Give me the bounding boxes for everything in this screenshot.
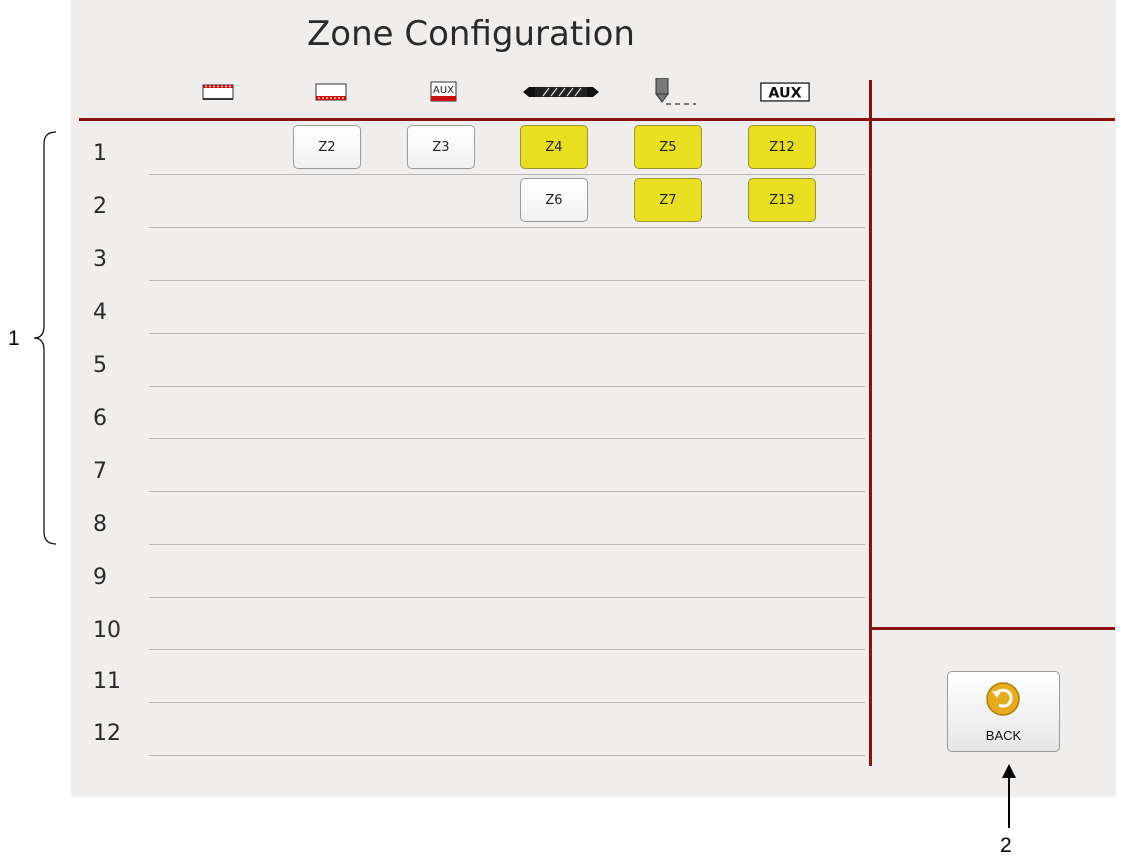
zone-button-z7[interactable]: Z7 [634,178,702,222]
row-separator [149,597,865,598]
aux-box-text: AUX [768,85,801,101]
nozzle-icon [648,78,698,105]
zone-button-z6[interactable]: Z6 [520,178,588,222]
row-number: 7 [93,459,107,484]
zone-button-z5[interactable]: Z5 [634,125,702,169]
aux-heater-icon: AUX [418,80,468,104]
row-separator [149,649,865,650]
row-number: 6 [93,406,107,431]
zone-button-z4[interactable]: Z4 [520,125,588,169]
row-separator [149,174,865,175]
row-separator [149,438,865,439]
row-separator [149,491,865,492]
row-number: 11 [93,669,121,694]
row-number: 4 [93,300,107,325]
row-separator [149,333,865,334]
zone-button-z12[interactable]: Z12 [748,125,816,169]
row-separator [149,755,865,756]
row-number: 1 [93,141,107,166]
aux-heater-text: AUX [433,85,454,96]
row-number: 5 [93,353,107,378]
vertical-divider [869,80,872,766]
page-title: Zone Configuration [307,14,635,54]
row-separator [149,544,865,545]
row-separator [149,386,865,387]
top-heater-icon [193,80,243,104]
row-separator [149,280,865,281]
back-button[interactable]: BACK [947,671,1060,752]
zone-button-z3[interactable]: Z3 [407,125,475,169]
rows-brace-icon [33,131,57,545]
callout-number: 2 [1000,834,1012,857]
header-divider [79,118,1115,121]
row-separator [149,227,865,228]
row-number: 10 [93,618,121,643]
row-number: 3 [93,247,107,272]
back-button-label: BACK [985,728,1022,743]
row-number: 2 [93,194,107,219]
back-arrow-icon [986,682,1020,716]
manifold-icon [523,80,599,104]
row-number: 12 [93,721,121,746]
row-separator [149,702,865,703]
zone-button-z13[interactable]: Z13 [748,178,816,222]
zone-button-z2[interactable]: Z2 [293,125,361,169]
callout-arrow-icon [1002,764,1016,828]
right-panel-divider [872,627,1115,630]
row-number: 8 [93,512,107,537]
row-number: 9 [93,565,107,590]
callout-number: 1 [8,327,20,350]
bottom-heater-icon [306,80,356,104]
aux-box-icon: AUX [760,80,810,104]
